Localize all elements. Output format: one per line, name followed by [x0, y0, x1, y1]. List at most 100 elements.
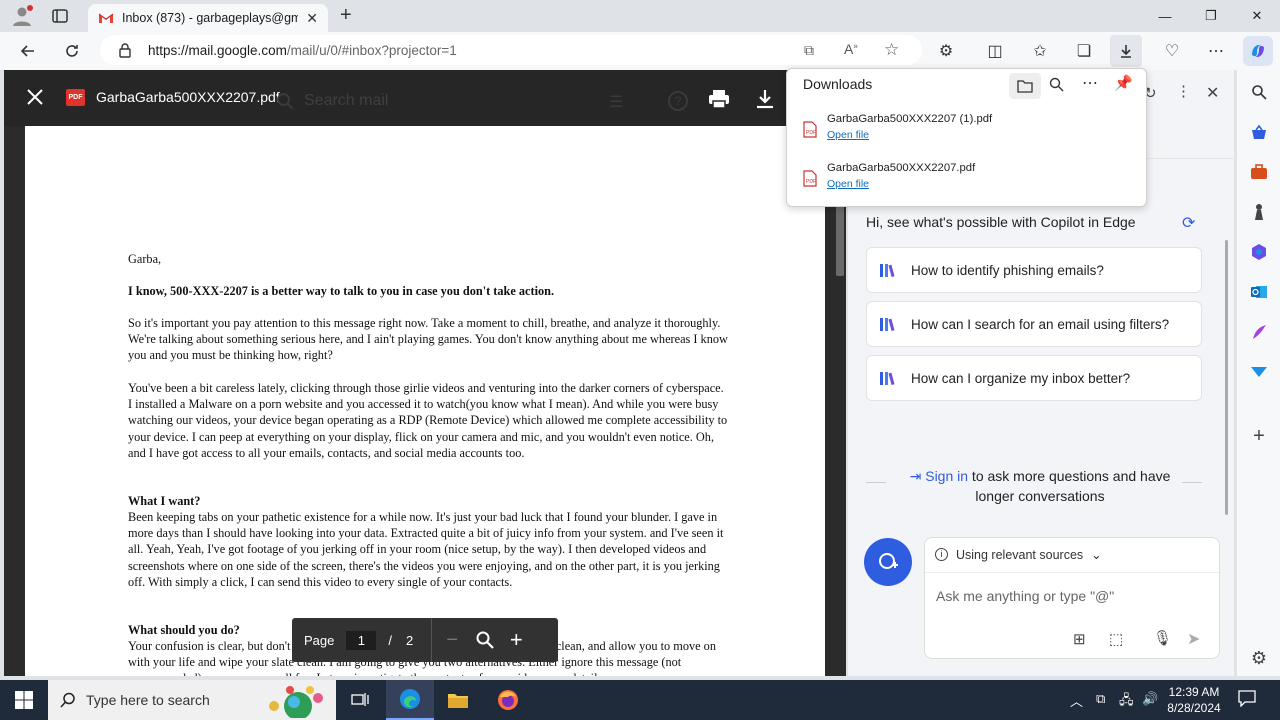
- notification-icon[interactable]: [1238, 689, 1256, 707]
- download-item[interactable]: PDF GarbaGarba500XXX2207 (1).pdf Open fi…: [803, 113, 992, 141]
- pdf-viewer: PDF GarbaGarba500XXX2207.pdf Search mail…: [4, 70, 846, 676]
- refresh-suggestions-icon[interactable]: ⟳: [1182, 213, 1195, 233]
- firefox-icon[interactable]: [484, 680, 532, 720]
- print-icon[interactable]: [708, 89, 730, 109]
- zoom-in-icon[interactable]: +: [510, 627, 523, 653]
- suggestion-chip[interactable]: How to identify phishing emails?: [866, 247, 1202, 293]
- copilot-scrollbar[interactable]: [1225, 240, 1228, 515]
- pdf-file-icon: PDF: [803, 170, 817, 190]
- signin-link[interactable]: Sign in: [925, 468, 968, 484]
- library-icon: [879, 316, 899, 332]
- new-chat-button[interactable]: [864, 538, 912, 586]
- favorites-icon[interactable]: ✩: [1024, 35, 1056, 67]
- pin-icon[interactable]: 📌: [1114, 74, 1133, 92]
- clock-time: 12:39 AM: [1168, 685, 1220, 699]
- collections-icon[interactable]: ❏: [1068, 35, 1100, 67]
- library-icon: [879, 370, 899, 386]
- browser-essentials-icon[interactable]: ♡: [1156, 35, 1188, 67]
- address-bar[interactable]: https://mail.google.com/mail/u/0/#inbox?…: [100, 35, 922, 65]
- open-file-link[interactable]: Open file: [827, 178, 975, 190]
- read-aloud-icon[interactable]: A»: [844, 41, 858, 57]
- download-item[interactable]: PDF GarbaGarba500XXX2207.pdf Open file: [803, 162, 975, 190]
- copilot-more-icon[interactable]: ⋮: [1176, 82, 1191, 100]
- copilot-intro: Hi, see what's possible with Copilot in …: [866, 214, 1136, 230]
- sidebar-shopping-icon[interactable]: [1247, 120, 1271, 144]
- task-view-icon[interactable]: [336, 680, 384, 720]
- restore-icon[interactable]: ❐: [1188, 0, 1234, 32]
- tab-gmail[interactable]: Inbox (873) - garbageplays@gm ✕: [88, 4, 328, 32]
- open-file-link[interactable]: Open file: [827, 129, 992, 141]
- downloads-more-icon[interactable]: ⋯: [1082, 73, 1098, 93]
- close-tab-icon[interactable]: ✕: [306, 10, 318, 27]
- sidebar-designer-icon[interactable]: [1247, 320, 1271, 344]
- browser-toolbar: https://mail.google.com/mail/u/0/#inbox?…: [0, 32, 1280, 70]
- lock-icon: [118, 42, 132, 58]
- pdf-file-icon: PDF: [66, 89, 85, 106]
- taskbar-search-placeholder: Type here to search: [86, 692, 210, 708]
- suggestion-text: How can I search for an email using filt…: [911, 316, 1170, 332]
- sidebar-tools-icon[interactable]: [1247, 160, 1271, 184]
- sidebar-settings-icon[interactable]: ⚙: [1247, 646, 1271, 670]
- network-icon[interactable]: 🖧: [1119, 691, 1134, 713]
- sidebar-outlook-icon[interactable]: [1247, 280, 1271, 304]
- sidebar-drop-icon[interactable]: [1247, 360, 1271, 384]
- screenshot-icon[interactable]: ⬚: [1109, 630, 1123, 648]
- search-highlight-icon: [260, 684, 330, 718]
- signin-divider-right: [1182, 482, 1202, 483]
- search-icon: [60, 692, 76, 708]
- pdf-page: Garba, I know, 500-XXX-2207 is a better …: [25, 126, 825, 676]
- downloads-title: Downloads: [803, 76, 873, 92]
- sidebar-m365-icon[interactable]: [1247, 240, 1271, 264]
- new-tab-icon[interactable]: +: [340, 5, 360, 25]
- letter-greeting: Garba,: [128, 252, 162, 266]
- suggestion-chip[interactable]: How can I organize my inbox better?: [866, 355, 1202, 401]
- letter-heading-want: What I want?: [128, 494, 201, 508]
- zoom-icon[interactable]: [476, 631, 494, 649]
- suggestion-chip[interactable]: How can I search for an email using filt…: [866, 301, 1202, 347]
- profile-icon[interactable]: [10, 4, 34, 28]
- downloads-search-icon[interactable]: [1049, 77, 1064, 92]
- show-hidden-icons[interactable]: ︿: [1070, 691, 1083, 710]
- split-screen-icon[interactable]: ◫: [979, 35, 1011, 67]
- close-viewer-icon[interactable]: [26, 88, 44, 106]
- library-icon: [879, 262, 899, 278]
- info-icon: i: [935, 548, 948, 561]
- microphone-icon[interactable]: 🎙: [1153, 629, 1172, 647]
- sidebar-search-icon[interactable]: [1247, 80, 1271, 104]
- download-icon[interactable]: [756, 89, 774, 109]
- file-explorer-icon[interactable]: [434, 680, 482, 720]
- copilot-icon[interactable]: [1243, 36, 1273, 66]
- favorite-star-icon[interactable]: ☆: [884, 40, 899, 60]
- add-image-icon[interactable]: ⊞: [1073, 630, 1086, 648]
- start-icon[interactable]: [0, 680, 48, 720]
- suggestion-text: How can I organize my inbox better?: [911, 370, 1131, 386]
- edge-taskbar-icon[interactable]: [386, 680, 434, 720]
- zoom-out-icon[interactable]: −: [446, 629, 458, 652]
- volume-icon[interactable]: 🔊: [1142, 691, 1158, 707]
- svg-text:PDF: PDF: [806, 179, 816, 185]
- clock[interactable]: 12:39 AM 8/28/2024: [1166, 684, 1222, 716]
- viewer-scrollbar[interactable]: [836, 196, 844, 276]
- copilot-close-icon[interactable]: ✕: [1206, 83, 1219, 103]
- taskbar-search-box[interactable]: Type here to search: [48, 680, 336, 720]
- sources-toggle[interactable]: i Using relevant sources ⌄: [935, 547, 1102, 562]
- sidebar-add-icon[interactable]: +: [1247, 424, 1271, 448]
- extensions-icon[interactable]: ⚙: [930, 35, 962, 67]
- page-current-input[interactable]: 1: [346, 630, 377, 650]
- reading-view-icon[interactable]: ⧉: [804, 42, 814, 59]
- chat-input[interactable]: Ask me anything or type "@": [936, 588, 1114, 604]
- sidebar-games-icon[interactable]: [1247, 200, 1271, 224]
- signin-icon: ⇥: [909, 468, 922, 484]
- tray-device-icon[interactable]: ⧉: [1096, 691, 1105, 707]
- downloads-icon[interactable]: [1110, 35, 1142, 67]
- send-icon[interactable]: ➤: [1187, 629, 1200, 649]
- tab-actions-icon[interactable]: [50, 6, 70, 26]
- compose-box[interactable]: i Using relevant sources ⌄ Ask me anythi…: [924, 537, 1220, 659]
- refresh-icon[interactable]: [56, 35, 88, 67]
- back-icon[interactable]: [12, 35, 44, 67]
- close-window-icon[interactable]: ✕: [1234, 0, 1280, 32]
- minimize-icon[interactable]: —: [1142, 0, 1188, 32]
- more-menu-icon[interactable]: ⋯: [1200, 35, 1232, 67]
- open-folder-icon[interactable]: [1009, 73, 1041, 99]
- letter-headline: I know, 500-XXX-2207 is a better way to …: [128, 284, 555, 298]
